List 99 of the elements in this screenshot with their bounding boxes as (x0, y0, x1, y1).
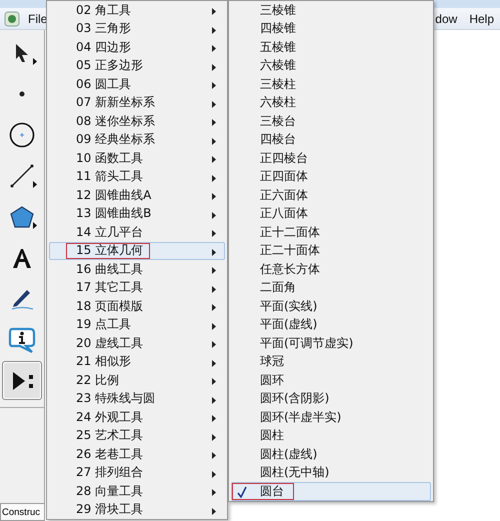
menu-option[interactable]: 正二十面体 (231, 242, 431, 260)
submenu-arrow-icon (212, 26, 216, 34)
menu-option[interactable]: 09 经典坐标系 (49, 130, 225, 149)
menu-option[interactable]: 11 箭头工具 (49, 168, 225, 186)
menu-option[interactable]: 15 立体几何 (49, 242, 225, 260)
submenu-arrow-icon (212, 100, 216, 108)
menu-option[interactable]: 正四棱台 (231, 149, 431, 168)
submenu-arrow-icon (212, 212, 216, 218)
submenu-arrow-icon (212, 286, 216, 292)
menu-option[interactable]: 正四面体 (231, 168, 431, 186)
menu-option[interactable]: 平面(可调节虚实) (231, 334, 431, 352)
menu-option[interactable]: 正十二面体 (231, 223, 431, 242)
tool-button[interactable] (2, 361, 42, 400)
menu-option[interactable]: 六棱柱 (231, 94, 431, 112)
menu-option[interactable]: 07 新新坐标系 (49, 94, 225, 112)
menu-option[interactable]: 三棱台 (231, 112, 431, 130)
menu-option[interactable]: 19 点工具 (49, 316, 225, 334)
menu-option[interactable]: 正八面体 (231, 204, 431, 223)
submenu-arrow-icon (212, 248, 216, 256)
submenu-arrow-icon (212, 489, 216, 496)
submenu-arrow-icon (212, 434, 216, 440)
menu-option[interactable]: 三棱锥 (231, 1, 431, 20)
submenu-arrow-icon (212, 193, 216, 200)
menu-option[interactable]: 13 圆锥曲线B (49, 204, 225, 223)
menu-option[interactable]: 02 角工具 (49, 1, 225, 20)
menu-option[interactable]: 16 曲线工具 (49, 260, 225, 278)
submenu-arrow-icon (212, 119, 216, 126)
menu-option[interactable]: 圆柱(无中轴) (231, 464, 431, 482)
menu-option[interactable]: 圆柱 (231, 426, 431, 445)
menu-option[interactable]: 04 四边形 (49, 38, 225, 56)
menu-option[interactable]: 28 向量工具 (49, 482, 225, 500)
letter-a-icon (11, 246, 33, 268)
menu-option[interactable]: 03 三角形 (49, 20, 225, 38)
menu-option[interactable]: 23 特殊线与圆 (49, 390, 225, 408)
menu-option[interactable]: 05 正多边形 (49, 56, 225, 75)
menu-option[interactable]: 圆柱(虚线) (231, 445, 431, 464)
more-triangle-icon (33, 222, 37, 229)
menu-option[interactable]: 圆环(含阴影) (231, 390, 431, 408)
arrow-pointer-icon (14, 42, 30, 62)
submenu-arrow-icon (212, 396, 216, 404)
menu-option[interactable]: 10 函数工具 (49, 149, 225, 168)
menu-item[interactable]: dow (431, 12, 462, 26)
info-bubble-icon (8, 326, 36, 352)
menu-option[interactable]: 任意长方体 (231, 260, 431, 278)
menu-option[interactable]: 24 外观工具 (49, 408, 225, 426)
circle-icon (9, 122, 35, 148)
submenu-arrow-icon (212, 156, 216, 163)
submenu-arrow-icon (212, 378, 216, 385)
menu-option[interactable]: 08 迷你坐标系 (49, 112, 225, 130)
menu-option[interactable]: 二面角 (231, 278, 431, 297)
construct-tab[interactable]: Construc (0, 503, 44, 521)
menu-option[interactable]: 六棱锥 (231, 56, 431, 75)
menu-option[interactable]: 06 圆工具 (49, 75, 225, 94)
menu-option[interactable]: 球冠 (231, 352, 431, 371)
menu-option[interactable]: 正六面体 (231, 186, 431, 204)
point-icon (19, 90, 25, 96)
submenu-arrow-icon (212, 82, 216, 89)
menu-option[interactable]: 四棱锥 (231, 20, 431, 38)
submenu-arrow-icon (212, 138, 216, 144)
submenu-arrow-icon (212, 230, 216, 237)
submenu-arrow-icon (212, 304, 216, 311)
more-triangle-icon (33, 58, 37, 65)
submenu-arrow-icon (212, 8, 216, 15)
submenu-arrow-icon (212, 360, 216, 366)
menu-item[interactable]: Help (465, 12, 498, 26)
highlight-frame (232, 483, 294, 500)
menu-option[interactable]: 18 页面模版 (49, 297, 225, 316)
pentagon-icon (9, 204, 35, 228)
menu-option[interactable]: 20 虚线工具 (49, 334, 225, 352)
submenu-arrow-icon (212, 45, 216, 52)
menu-option[interactable]: 12 圆锥曲线A (49, 186, 225, 204)
menu-option[interactable]: 平面(实线) (231, 297, 431, 316)
menu-option[interactable]: 22 比例 (49, 371, 225, 390)
submenu-arrow-icon (212, 174, 216, 182)
submenu-arrow-icon (212, 508, 216, 514)
menu-option[interactable]: 三棱柱 (231, 75, 431, 94)
submenu-arrow-icon (212, 341, 216, 348)
menu-option[interactable]: 26 老巷工具 (49, 445, 225, 464)
menu-option[interactable]: 圆环(半虚半实) (231, 408, 431, 426)
submenu-arrow-icon (212, 322, 216, 330)
submenu-arrow-icon (212, 452, 216, 459)
more-triangle-icon (33, 181, 37, 188)
menu-option[interactable]: 25 艺术工具 (49, 426, 225, 445)
menu-option[interactable]: 27 排列组合 (49, 464, 225, 482)
menu-option[interactable]: 四棱台 (231, 130, 431, 149)
menu-option[interactable]: 14 立几平台 (49, 223, 225, 242)
submenu-arrow-icon (212, 267, 216, 274)
line-segment-icon (10, 164, 34, 188)
menu-option[interactable]: 29 滑块工具 (49, 500, 225, 519)
menu-option[interactable]: 圆台 (231, 482, 431, 500)
submenu-arrow-icon (212, 415, 216, 422)
menu-option[interactable]: 21 相似形 (49, 352, 225, 371)
menu-option[interactable]: 五棱锥 (231, 38, 431, 56)
menu-option[interactable]: 圆环 (231, 371, 431, 390)
submenu-arrow-icon (212, 470, 216, 478)
menu-option[interactable]: 平面(虚线) (231, 316, 431, 334)
menu-option[interactable]: 17 其它工具 (49, 278, 225, 297)
submenu-arrow-icon (212, 64, 216, 70)
app-logo-icon (4, 10, 20, 26)
